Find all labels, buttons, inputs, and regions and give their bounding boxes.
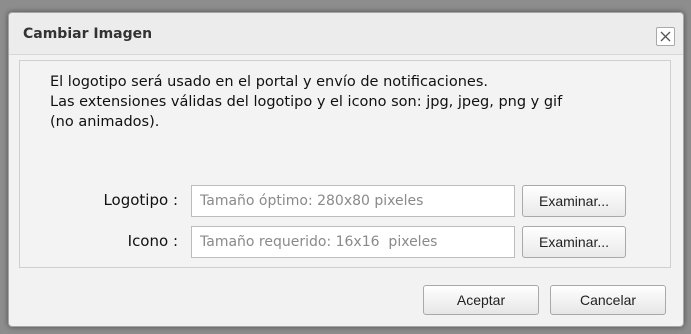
close-icon xyxy=(660,31,671,42)
icon-field[interactable] xyxy=(191,226,515,258)
logo-browse-button[interactable]: Examinar... xyxy=(522,185,626,217)
accept-button[interactable]: Aceptar xyxy=(423,285,539,315)
icon-label: Icono : xyxy=(127,232,178,250)
icon-browse-button[interactable]: Examinar... xyxy=(522,226,626,258)
info-line-1: El logotipo será usado en el portal y en… xyxy=(50,74,488,90)
dialog-titlebar: Cambiar Imagen xyxy=(9,13,683,55)
logo-field[interactable] xyxy=(191,185,515,217)
content-panel: El logotipo será usado en el portal y en… xyxy=(19,60,671,268)
close-button[interactable] xyxy=(656,27,675,46)
cancel-button[interactable]: Cancelar xyxy=(550,285,666,315)
change-image-dialog: Cambiar Imagen El logotipo será usado en… xyxy=(8,12,684,327)
dialog-title: Cambiar Imagen xyxy=(23,26,153,42)
info-line-3: (no animados). xyxy=(50,114,160,130)
icon-row: Icono : Examinar... xyxy=(20,226,672,258)
info-message: El logotipo será usado en el portal y en… xyxy=(50,72,562,132)
logo-label: Logotipo : xyxy=(103,191,178,209)
logo-row: Logotipo : Examinar... xyxy=(20,185,672,217)
info-line-2: Las extensiones válidas del logotipo y e… xyxy=(50,94,563,110)
